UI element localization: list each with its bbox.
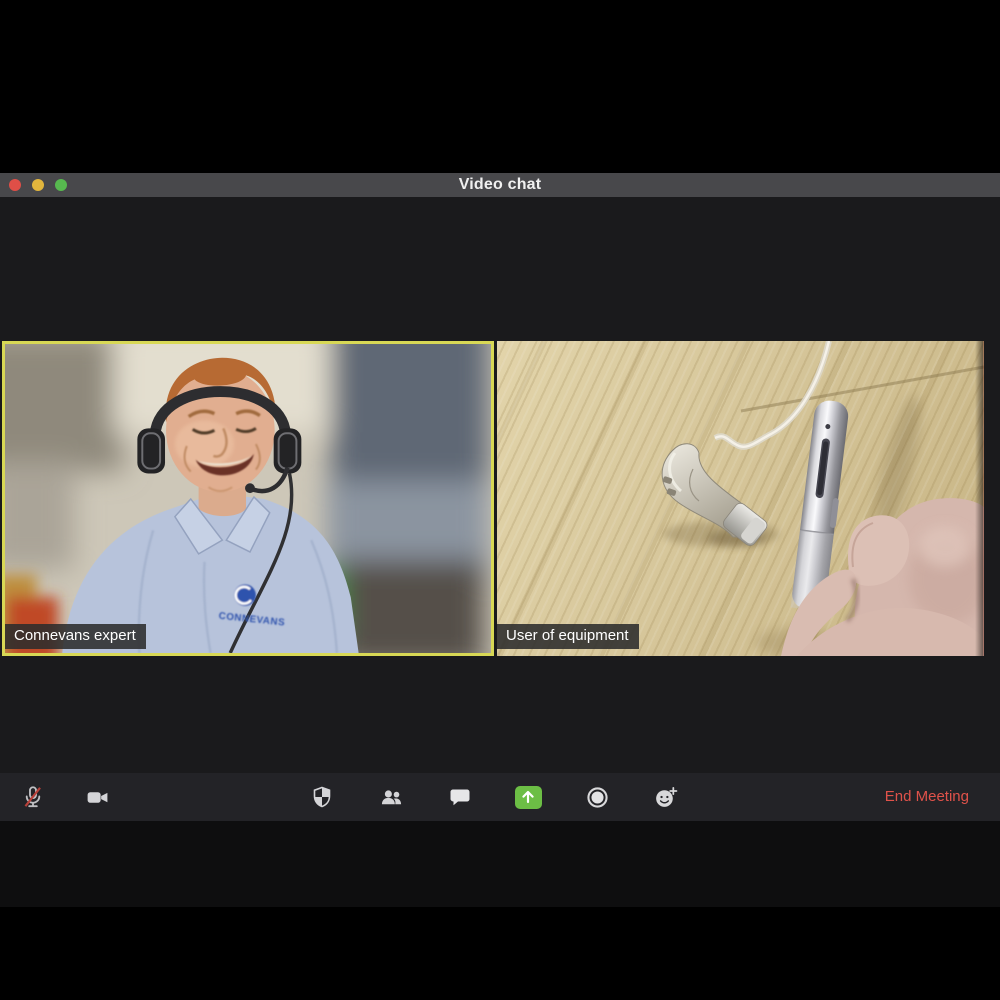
meeting-toolbar: End Meeting: [0, 773, 1000, 821]
chat-bubble-icon: [448, 785, 472, 809]
record-icon: [585, 785, 610, 810]
share-screen-icon: [518, 787, 538, 807]
title-bar[interactable]: Video chat: [0, 173, 1000, 198]
share-screen-pill: [515, 786, 542, 809]
record-button[interactable]: [579, 773, 615, 821]
participants-button[interactable]: [373, 773, 409, 821]
hand: [755, 498, 984, 656]
microphone-muted-icon: [20, 784, 46, 810]
reactions-add-icon: [653, 785, 678, 810]
mute-button[interactable]: [15, 773, 51, 821]
participants-icon: [379, 785, 404, 810]
hearing-aid-tube: [715, 341, 829, 447]
desktop: Video chat: [0, 0, 1000, 1000]
reactions-button[interactable]: [647, 773, 683, 821]
meeting-stage: CONNEVANS Connevans expert: [0, 197, 1000, 883]
share-screen-button[interactable]: [510, 773, 546, 821]
stage-bottom-area: [0, 821, 1000, 907]
security-button[interactable]: [304, 773, 340, 821]
participant-name-badge: Connevans expert: [5, 624, 146, 649]
video-tile-connevans-expert[interactable]: CONNEVANS Connevans expert: [2, 341, 494, 656]
video-camera-icon: [85, 785, 110, 810]
video-button[interactable]: [79, 773, 115, 821]
user-video-frame: [497, 341, 984, 656]
video-chat-window: Video chat: [0, 173, 1000, 883]
chat-button[interactable]: [442, 773, 478, 821]
expert-video-frame: CONNEVANS: [5, 344, 491, 653]
end-meeting-button[interactable]: End Meeting: [885, 773, 969, 821]
shield-icon: [310, 785, 334, 809]
window-title: Video chat: [0, 173, 1000, 197]
tube-shadow: [741, 367, 984, 411]
video-tile-user-of-equipment[interactable]: User of equipment: [497, 341, 984, 656]
participant-name-badge: User of equipment: [497, 624, 639, 649]
